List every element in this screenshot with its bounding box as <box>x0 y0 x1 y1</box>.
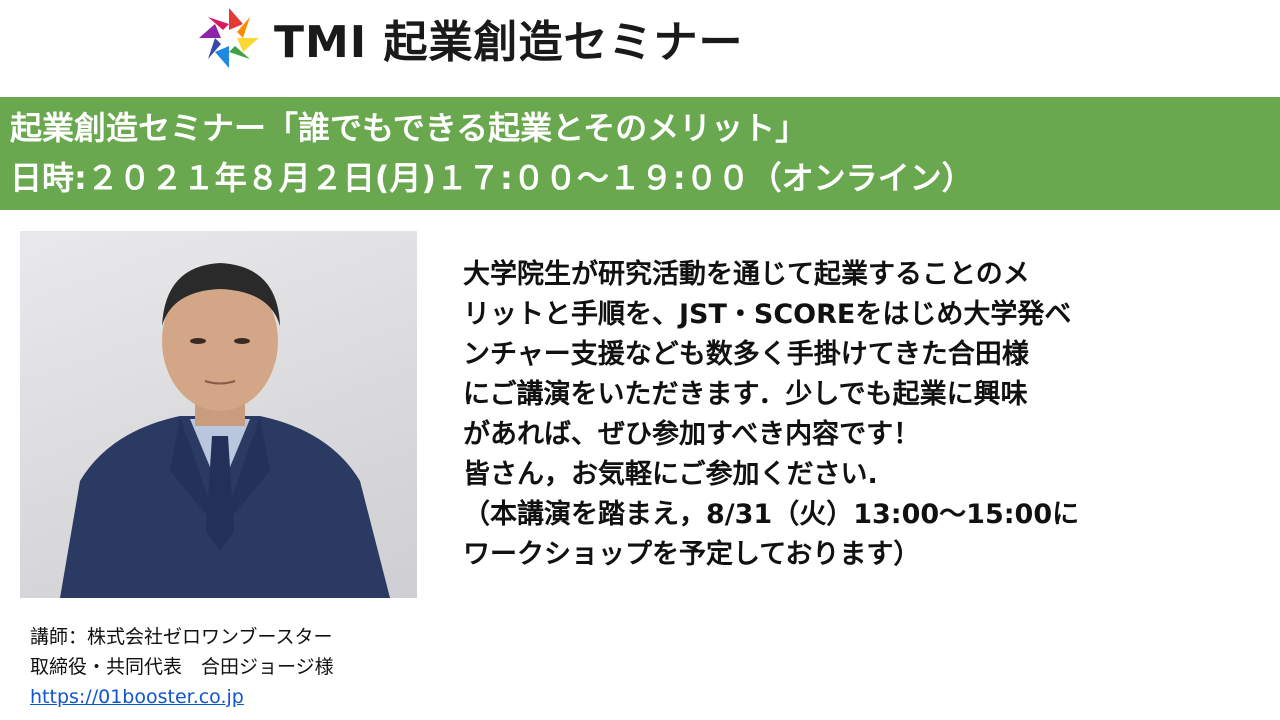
description-line: （本講演を踏まえ，8/31（火）13:00～15:00に <box>463 499 1080 530</box>
description-line: があれば、ぜひ参加すべき内容です！ <box>463 419 921 450</box>
speaker-portrait-photo <box>20 231 417 598</box>
seminar-datetime: 日時:２０２１年８月２日(月)１７:００～１９:００（オンライン） <box>10 159 974 197</box>
description-line: 皆さん，お気軽にご参加ください. <box>463 459 878 490</box>
description-line: ワークショップを予定しております） <box>463 539 921 570</box>
description-line: ンチャー支援なども数多く手掛けてきた合田様 <box>463 339 1029 370</box>
seminar-description: 大学院生が研究活動を通じて起業することのメ リットと手順を、JST・SCOREを… <box>463 255 1263 575</box>
seminar-title: 起業創造セミナー「誰でもできる起業とそのメリット」 <box>10 109 808 147</box>
event-banner: 起業創造セミナー「誰でもできる起業とそのメリット」 日時:２０２１年８月２日(月… <box>0 97 1280 210</box>
speaker-company: 講師：株式会社ゼロワンブースター <box>30 626 333 648</box>
header: TMI 起業創造セミナー <box>196 2 744 74</box>
speaker-website-link[interactable]: https://01booster.co.jp <box>30 686 244 708</box>
speaker-name: 取締役・共同代表 合田ジョージ様 <box>30 656 334 678</box>
description-line: 大学院生が研究活動を通じて起業することのメ <box>463 259 1030 290</box>
description-line: リットと手順を、JST・SCOREをはじめ大学発ベ <box>463 299 1072 330</box>
aperture-logo-icon <box>199 8 259 68</box>
description-line: にご講演をいただきます．少しでも起業に興味 <box>463 379 1028 410</box>
header-title: TMI 起業創造セミナー <box>274 17 744 68</box>
seminar-slide: TMI 起業創造セミナー 起業創造セミナー「誰でもできる起業とそのメリット」 日… <box>0 0 1280 720</box>
speaker-info: 講師：株式会社ゼロワンブースター 取締役・共同代表 合田ジョージ様 https:… <box>30 622 334 712</box>
